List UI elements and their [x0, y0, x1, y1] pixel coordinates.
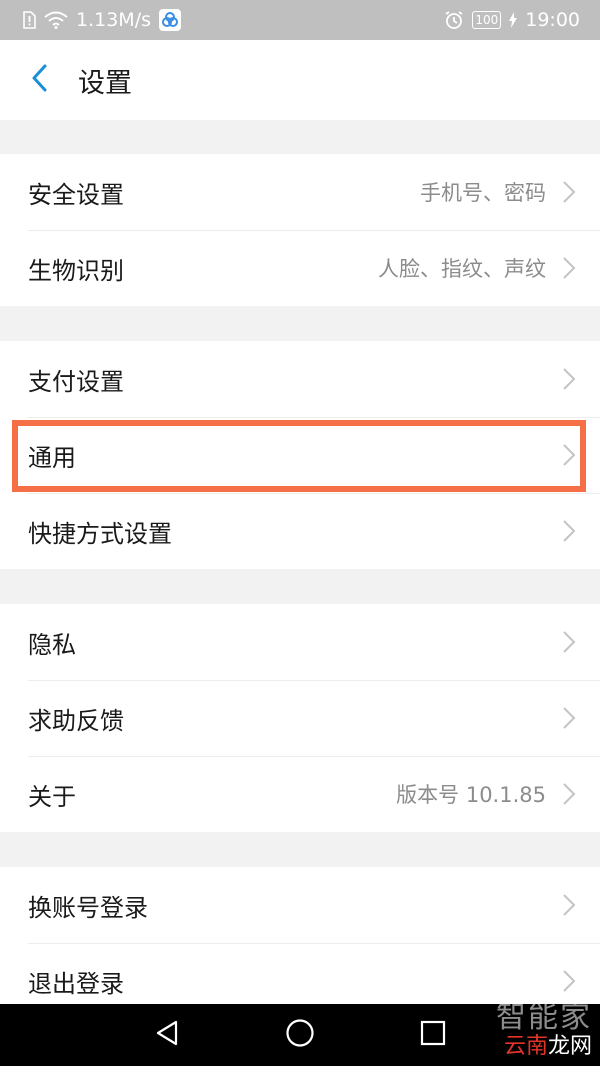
settings-item-security[interactable]: 安全设置 手机号、密码 — [0, 154, 600, 230]
settings-group-info: 隐私 求助反馈 关于 版本号 10.1.85 — [0, 604, 600, 832]
settings-item-label: 关于 — [28, 782, 76, 811]
settings-item-value: 人脸、指纹、声纹 — [378, 257, 546, 281]
status-left: 1.13M/s — [22, 9, 181, 31]
settings-item-label: 退出登录 — [28, 969, 124, 998]
charging-icon — [509, 12, 518, 28]
battery-level: 100 — [475, 13, 499, 27]
settings-item-label: 隐私 — [28, 630, 76, 659]
app-notification-icon — [159, 9, 181, 31]
chevron-right-icon — [560, 254, 578, 282]
settings-group-account: 安全设置 手机号、密码 生物识别 人脸、指纹、声纹 — [0, 154, 600, 306]
chevron-left-icon — [31, 64, 47, 96]
circle-home-icon — [285, 1018, 315, 1052]
settings-item-about[interactable]: 关于 版本号 10.1.85 — [0, 756, 600, 832]
battery-icon: 100 — [472, 11, 502, 29]
status-bar: 1.13M/s 100 19:00 — [0, 0, 600, 40]
alarm-icon — [444, 10, 464, 30]
status-right: 100 19:00 — [444, 9, 580, 31]
chevron-right-icon — [560, 441, 578, 469]
chevron-right-icon — [560, 178, 578, 206]
settings-group-general: 支付设置 通用 快捷方式设置 — [0, 341, 600, 569]
back-button[interactable] — [0, 40, 78, 120]
chevron-right-icon — [560, 704, 578, 732]
square-recent-icon — [420, 1020, 446, 1050]
settings-item-feedback[interactable]: 求助反馈 — [0, 680, 600, 756]
chevron-right-icon — [560, 517, 578, 545]
chevron-right-icon — [560, 967, 578, 995]
settings-item-label: 求助反馈 — [28, 706, 124, 735]
settings-item-label: 生物识别 — [28, 256, 124, 285]
network-speed: 1.13M/s — [76, 9, 151, 31]
settings-item-shortcuts[interactable]: 快捷方式设置 — [0, 493, 600, 569]
wifi-icon — [44, 11, 68, 29]
settings-item-label: 安全设置 — [28, 180, 124, 209]
settings-item-value: 手机号、密码 — [420, 181, 546, 205]
chevron-right-icon — [560, 780, 578, 808]
settings-item-value: 版本号 10.1.85 — [396, 783, 546, 807]
settings-item-label: 快捷方式设置 — [28, 519, 172, 548]
triangle-back-icon — [154, 1019, 180, 1051]
nav-home-button[interactable] — [270, 1010, 330, 1060]
navigation-bar — [0, 1004, 600, 1066]
nav-recent-button[interactable] — [403, 1010, 463, 1060]
settings-item-payment[interactable]: 支付设置 — [0, 341, 600, 417]
settings-item-switch-account[interactable]: 换账号登录 — [0, 867, 600, 943]
nav-back-button[interactable] — [137, 1010, 197, 1060]
settings-item-label: 支付设置 — [28, 367, 124, 396]
header: 设置 — [0, 40, 600, 120]
clock: 19:00 — [525, 9, 580, 31]
settings-item-general[interactable]: 通用 — [0, 417, 600, 493]
settings-item-biometrics[interactable]: 生物识别 人脸、指纹、声纹 — [0, 230, 600, 306]
chevron-right-icon — [560, 365, 578, 393]
settings-group-login: 换账号登录 退出登录 — [0, 867, 600, 1019]
settings-item-label: 换账号登录 — [28, 893, 148, 922]
chevron-right-icon — [560, 891, 578, 919]
page-title: 设置 — [78, 67, 132, 99]
sim-alert-icon — [22, 11, 36, 29]
chevron-right-icon — [560, 628, 578, 656]
settings-item-label: 通用 — [28, 443, 76, 472]
settings-item-privacy[interactable]: 隐私 — [0, 604, 600, 680]
